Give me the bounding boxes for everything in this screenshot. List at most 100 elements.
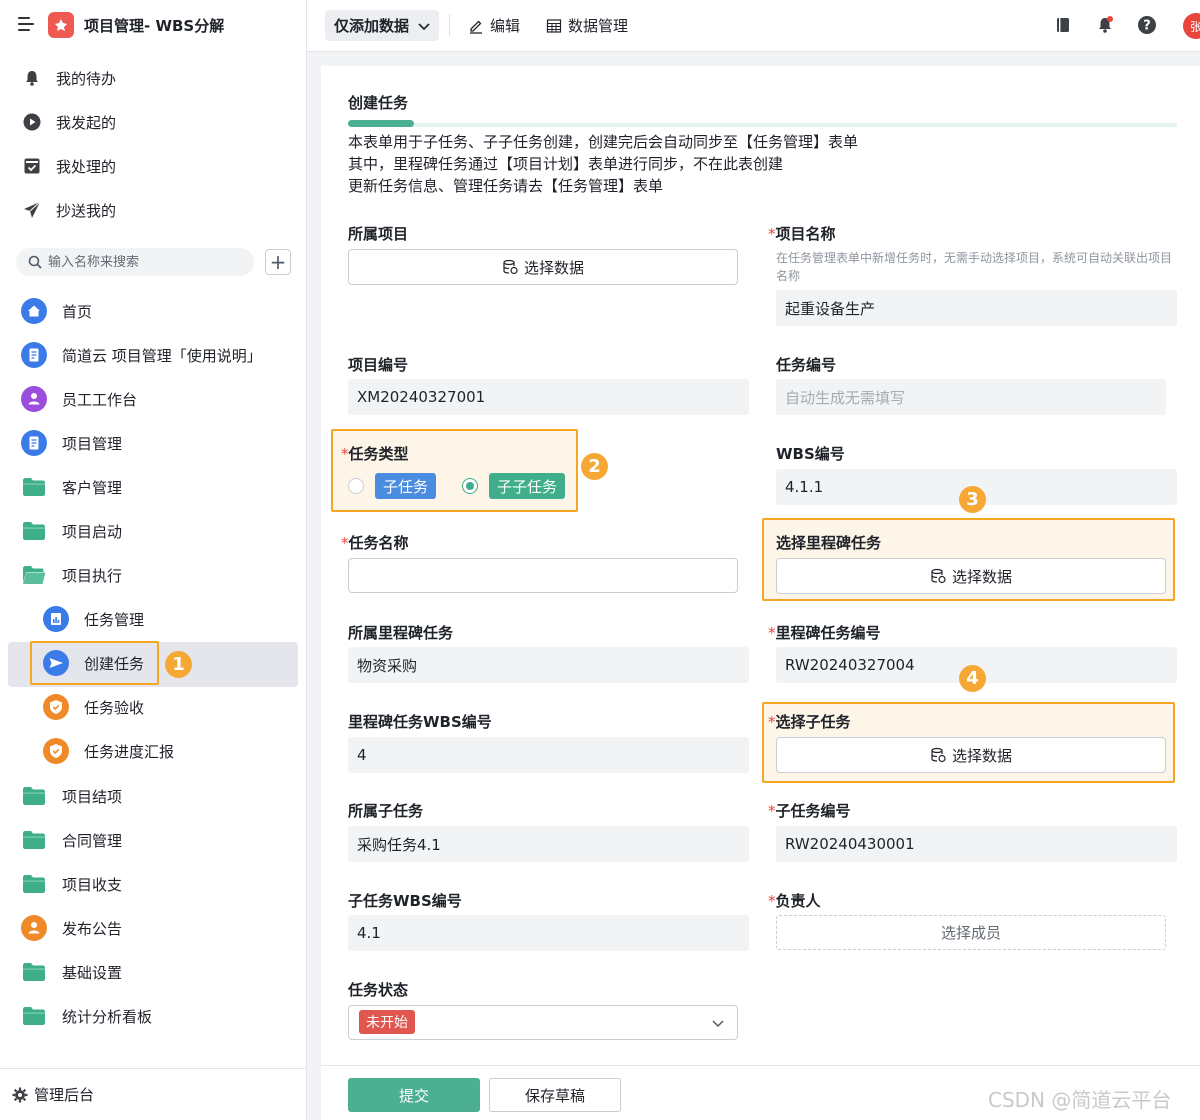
submit-button[interactable]: 提交 bbox=[348, 1078, 480, 1112]
pencil-icon bbox=[470, 20, 482, 34]
task-no-field: 自动生成无需填写 bbox=[776, 379, 1166, 415]
nav-item-analytics[interactable]: 统计分析看板 bbox=[20, 1002, 152, 1030]
folder-icon bbox=[20, 870, 48, 898]
nav-item-closure[interactable]: 项目结项 bbox=[20, 782, 122, 810]
field-label-subtask-no: *子任务编号 bbox=[768, 802, 851, 820]
nav-item-progress-report[interactable]: 任务进度汇报 bbox=[42, 737, 174, 765]
nav-item-label: 项目结项 bbox=[62, 787, 123, 806]
play-circle-icon bbox=[22, 112, 42, 132]
database-icon bbox=[503, 259, 518, 275]
quick-link-label: 我的待办 bbox=[56, 69, 117, 88]
nav-search bbox=[16, 248, 254, 276]
book-icon[interactable] bbox=[1052, 14, 1074, 36]
status-tag: 未开始 bbox=[359, 1010, 415, 1034]
table-icon bbox=[546, 18, 562, 33]
field-label-project: 所属项目 bbox=[348, 225, 409, 243]
form-description-line: 其中，里程碑任务通过【项目计划】表单进行同步，不在此表创建 bbox=[348, 155, 784, 173]
quick-link-initiated[interactable]: 我发起的 bbox=[22, 110, 116, 134]
view-mode-label: 仅添加数据 bbox=[334, 17, 410, 35]
nav-item-finance[interactable]: 项目收支 bbox=[20, 870, 122, 898]
quick-link-cc[interactable]: 抄送我的 bbox=[22, 198, 116, 222]
data-management-label: 数据管理 bbox=[568, 17, 629, 35]
bell-icon bbox=[22, 68, 42, 88]
task-type-radio-subtask[interactable] bbox=[348, 478, 364, 494]
save-draft-button[interactable]: 保存草稿 bbox=[489, 1078, 621, 1112]
edit-button[interactable]: 编辑 bbox=[468, 15, 520, 36]
paper-plane-icon bbox=[22, 200, 42, 220]
nav-item-home[interactable]: 首页 bbox=[20, 297, 92, 325]
user-icon bbox=[20, 385, 48, 413]
status-select[interactable]: 未开始 bbox=[348, 1005, 738, 1040]
search-input[interactable] bbox=[48, 254, 238, 270]
nav-item-label: 任务管理 bbox=[84, 610, 145, 629]
add-item-button[interactable]: + bbox=[265, 249, 291, 275]
user-avatar[interactable]: 张 bbox=[1183, 13, 1200, 39]
folder-icon bbox=[20, 1002, 48, 1030]
annotation-badge-1: 1 bbox=[165, 651, 192, 678]
menu-toggle-icon[interactable] bbox=[18, 17, 36, 33]
nav-item-label: 合同管理 bbox=[62, 831, 123, 850]
form-title: 创建任务 bbox=[348, 94, 409, 112]
select-data-label: 选择数据 bbox=[951, 746, 1012, 765]
home-icon bbox=[20, 297, 48, 325]
nav-item-contract[interactable]: 合同管理 bbox=[20, 826, 122, 854]
select-member-button[interactable]: 选择成员 bbox=[776, 915, 1166, 950]
help-icon[interactable]: ? bbox=[1136, 14, 1158, 36]
task-name-input[interactable] bbox=[348, 558, 738, 593]
data-management-button[interactable]: 数据管理 bbox=[546, 15, 628, 36]
milestone-field: 物资采购 bbox=[348, 647, 749, 683]
nav-item-project-exec[interactable]: 项目执行 bbox=[20, 561, 122, 589]
nav-item-label: 项目启动 bbox=[62, 522, 123, 541]
app-title: 项目管理- WBS分解 bbox=[84, 17, 225, 35]
project-select-data-button[interactable]: 选择数据 bbox=[348, 249, 738, 285]
field-label-wbs-no: WBS编号 bbox=[776, 445, 845, 463]
form-progress-track bbox=[348, 123, 1177, 127]
nav-item-settings[interactable]: 基础设置 bbox=[20, 958, 122, 986]
nav-item-label: 首页 bbox=[62, 302, 93, 321]
nav-item-project-mgmt[interactable]: 项目管理 bbox=[20, 429, 122, 457]
view-mode-select[interactable]: 仅添加数据 bbox=[325, 10, 439, 41]
folder-icon bbox=[20, 782, 48, 810]
field-hint-project-name: 在任务管理表单中新增任务时，无需手动选择项目，系统可自动关联出项目名称 bbox=[776, 251, 1173, 283]
nav-item-label: 任务验收 bbox=[84, 698, 145, 717]
task-type-option-subsubtask[interactable]: 子子任务 bbox=[489, 473, 566, 499]
annotation-highlight-task-type bbox=[331, 429, 578, 512]
nav-item-label: 发布公告 bbox=[62, 919, 123, 938]
annotation-badge-3: 3 bbox=[959, 486, 986, 513]
quick-link-todo[interactable]: 我的待办 bbox=[22, 66, 116, 90]
nav-item-announce[interactable]: 发布公告 bbox=[20, 914, 122, 942]
annotation-badge-4: 4 bbox=[959, 665, 986, 692]
nav-item-label: 项目执行 bbox=[62, 566, 123, 585]
quick-link-handled[interactable]: 我处理的 bbox=[22, 154, 116, 178]
annotation-badge-2: 2 bbox=[581, 453, 608, 480]
gear-icon bbox=[12, 1087, 28, 1102]
milestone-select-data-button[interactable]: 选择数据 bbox=[776, 558, 1166, 594]
folder-icon bbox=[20, 517, 48, 545]
chevron-down-icon bbox=[712, 1020, 724, 1028]
app-header: 项目管理- WBS分解 bbox=[0, 0, 307, 52]
nav-item-guide[interactable]: 简道云 项目管理「使用说明」 bbox=[20, 341, 262, 369]
database-icon bbox=[931, 747, 946, 763]
subtask-select-data-button[interactable]: 选择数据 bbox=[776, 737, 1166, 773]
nav-item-workbench[interactable]: 员工工作台 bbox=[20, 385, 137, 413]
field-label-task-type: *任务类型 bbox=[341, 445, 409, 463]
edit-label: 编辑 bbox=[490, 17, 521, 35]
admin-console-link[interactable]: 管理后台 bbox=[0, 1068, 307, 1120]
nav-item-project-start[interactable]: 项目启动 bbox=[20, 517, 122, 545]
toolbar-divider bbox=[449, 14, 450, 36]
task-type-option-subtask[interactable]: 子任务 bbox=[375, 473, 437, 499]
field-label-milestone-no: *里程碑任务编号 bbox=[768, 624, 881, 642]
nav-item-label: 项目管理 bbox=[62, 434, 123, 453]
folder-open-icon bbox=[20, 561, 48, 589]
nav-item-label: 客户管理 bbox=[62, 478, 123, 497]
notification-bell-icon[interactable] bbox=[1094, 14, 1116, 36]
field-label-owner: *负责人 bbox=[768, 892, 821, 910]
nav-item-task-accept[interactable]: 任务验收 bbox=[42, 693, 144, 721]
task-type-radio-subsubtask[interactable] bbox=[462, 478, 478, 494]
annotation-highlight-create-task bbox=[30, 641, 159, 685]
field-label-subtask-wbs: 子任务WBS编号 bbox=[348, 892, 462, 910]
nav-item-customer[interactable]: 客户管理 bbox=[20, 473, 122, 501]
nav-item-task-mgmt[interactable]: 任务管理 bbox=[42, 605, 144, 633]
form-progress-fill bbox=[348, 120, 414, 127]
inbox-check-icon bbox=[22, 156, 42, 176]
